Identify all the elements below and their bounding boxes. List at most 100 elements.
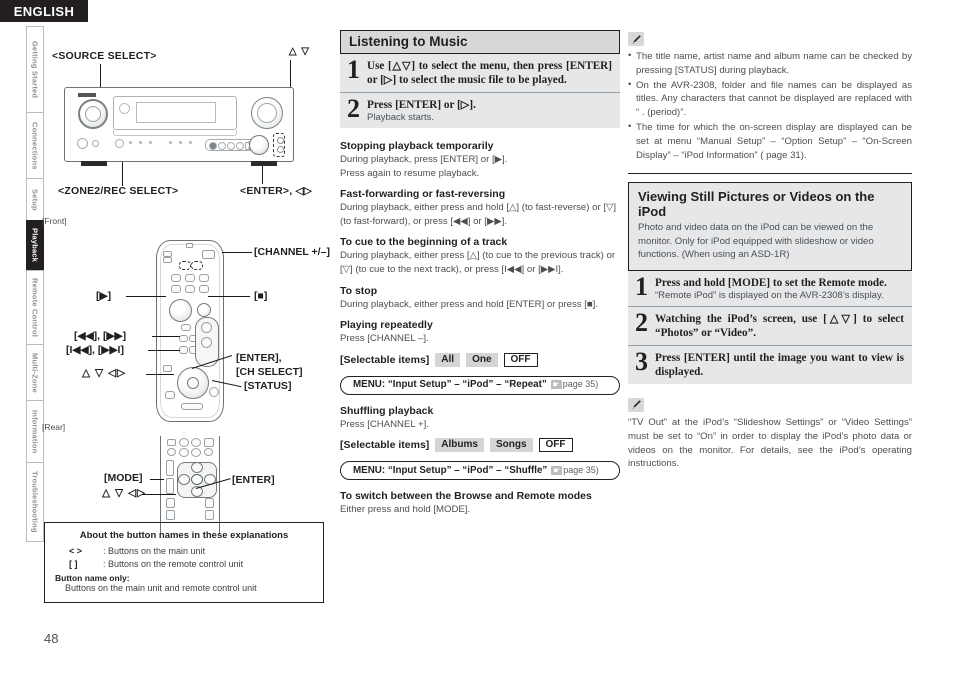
about-button-names-box: About the button names in these explanat…	[44, 522, 324, 604]
rear-button[interactable]	[166, 498, 175, 508]
step-text: Press and hold [MODE] to set the Remote …	[655, 276, 887, 289]
source-button[interactable]	[202, 250, 215, 259]
pencil-icon	[628, 32, 644, 46]
cursor-left-button[interactable]	[178, 474, 190, 485]
chip-off[interactable]: OFF	[538, 438, 573, 453]
step-item: 1 Use [△▽] to select the menu, then pres…	[340, 54, 620, 92]
function-button[interactable]	[171, 274, 181, 282]
chip-albums[interactable]: Albums	[435, 438, 484, 453]
cursor-down-button[interactable]	[201, 337, 212, 348]
channel-plus-minus-group[interactable]	[179, 261, 191, 270]
rear-button[interactable]	[204, 438, 214, 447]
updown-button-group[interactable]	[273, 133, 285, 157]
leader-stop	[208, 296, 250, 298]
chip-off[interactable]: OFF	[503, 352, 538, 367]
bottom-button[interactable]	[181, 403, 203, 410]
divider	[628, 172, 912, 174]
label-rear-enter: [ENTER]	[232, 474, 275, 486]
rear-button[interactable]	[204, 448, 213, 456]
rear-side-button[interactable]	[166, 478, 174, 494]
note-bullet: On the AVR-2308, folder and file names c…	[628, 78, 912, 120]
fast-reverse-button[interactable]	[179, 335, 188, 342]
rear-button[interactable]	[179, 438, 189, 447]
brand-logo	[78, 93, 96, 97]
caption-front: [Front]	[42, 216, 67, 226]
about-value-main-unit: : Buttons on the main unit	[103, 546, 206, 556]
label-skip: [I◀◀], [▶▶I]	[66, 344, 124, 356]
leader-play	[126, 296, 166, 298]
sidebar-item-getting-started[interactable]: Getting Started	[26, 26, 44, 112]
rear-button[interactable]	[166, 510, 175, 520]
label-source-select: <SOURCE SELECT>	[52, 50, 157, 62]
function-button[interactable]	[171, 285, 181, 293]
sidebar-item-setup[interactable]: Setup	[26, 178, 44, 220]
topic-line: During playback, either press and hold […	[340, 202, 617, 227]
side-button[interactable]	[163, 365, 172, 372]
chip-songs[interactable]: Songs	[489, 438, 533, 453]
enter-button[interactable]	[187, 377, 199, 389]
rear-button[interactable]	[205, 498, 214, 508]
cursor-up-button[interactable]	[201, 322, 212, 333]
mode-button[interactable]	[166, 460, 174, 476]
topic-line: During playback, either press [△] (to cu…	[340, 250, 616, 276]
unit-foot	[251, 161, 277, 166]
skip-previous-button[interactable]	[179, 346, 188, 354]
leader-mode	[150, 479, 164, 481]
sidebar-item-connections[interactable]: Connections	[26, 112, 44, 178]
cluster-button[interactable]	[209, 141, 217, 150]
function-button[interactable]	[185, 274, 195, 282]
power-button[interactable]	[163, 257, 172, 263]
chip-all[interactable]: All	[435, 352, 461, 367]
side-button[interactable]	[165, 391, 175, 399]
menu-path: : “Input Setup” – “iPod” – “Shuffle”	[381, 464, 548, 476]
right-content-column: The title name, artist name and album na…	[628, 30, 912, 469]
menu-prefix: MENU	[353, 464, 382, 476]
misc-button[interactable]	[181, 324, 191, 331]
rear-button[interactable]	[205, 510, 214, 520]
menu-path: : “Input Setup” – “iPod” – “Repeat”	[381, 379, 547, 391]
cluster-button[interactable]	[236, 141, 244, 150]
stop-button[interactable]	[197, 303, 211, 317]
remote-front-figure: [CHANNEL +/–] [▶] [■] [◀◀], [▶▶] [I◀◀], …	[44, 228, 332, 428]
enter-button[interactable]	[191, 474, 203, 485]
sidebar-item-multi-zone[interactable]: Multi-Zone	[26, 344, 44, 400]
status-button[interactable]	[209, 387, 219, 397]
cluster-button[interactable]	[218, 141, 226, 150]
step-item: 3 Press [ENTER] until the image you want…	[628, 344, 912, 384]
menu-page-ref: page 35)	[562, 379, 599, 390]
step-number: 1	[635, 271, 648, 301]
leader-skip	[148, 350, 180, 352]
rear-button[interactable]	[191, 448, 201, 457]
label-channel: [CHANNEL +/–]	[254, 246, 330, 258]
function-button[interactable]	[199, 285, 209, 293]
play-button[interactable]	[169, 299, 192, 322]
note-block-top: The title name, artist name and album na…	[628, 32, 912, 163]
repeat-selectable-items: [Selectable items] All One OFF	[340, 352, 620, 367]
sidebar-item-remote-control[interactable]: Remote Control	[26, 270, 44, 344]
sidebar-item-playback[interactable]: Playback	[26, 220, 44, 270]
sidebar-item-troubleshooting[interactable]: Troubleshooting	[26, 462, 44, 542]
label-ch-select: [CH SELECT]	[236, 366, 303, 378]
chip-one[interactable]: One	[466, 352, 498, 367]
topic-heading: To cue to the beginning of a track	[340, 236, 508, 249]
rear-button[interactable]	[179, 448, 189, 457]
manual-page: ENGLISH Getting Started Connections Setu…	[0, 0, 954, 675]
indicator-dot	[149, 141, 152, 144]
label-enter: [ENTER],	[236, 352, 282, 364]
rear-button[interactable]	[167, 448, 176, 456]
power-button[interactable]	[77, 138, 88, 149]
function-button[interactable]	[185, 285, 195, 293]
cluster-button[interactable]	[227, 141, 235, 150]
step-text: Use [△▽] to select the menu, then press …	[367, 60, 612, 86]
step-item: 1 Press and hold [MODE] to set the Remot…	[628, 271, 912, 306]
channel-plus-minus-group[interactable]	[191, 261, 203, 270]
cursor-up-button[interactable]	[191, 462, 203, 473]
enter-cursor-knob[interactable]	[249, 135, 269, 155]
source-select-knob[interactable]	[78, 99, 108, 129]
volume-knob[interactable]	[251, 97, 283, 129]
rear-button[interactable]	[191, 438, 201, 447]
function-button[interactable]	[199, 274, 209, 282]
rear-button[interactable]	[167, 439, 176, 446]
infobox-title: Viewing Still Pictures or Videos on the …	[638, 188, 875, 219]
step-text: Press [ENTER] or [▷].	[367, 99, 476, 111]
